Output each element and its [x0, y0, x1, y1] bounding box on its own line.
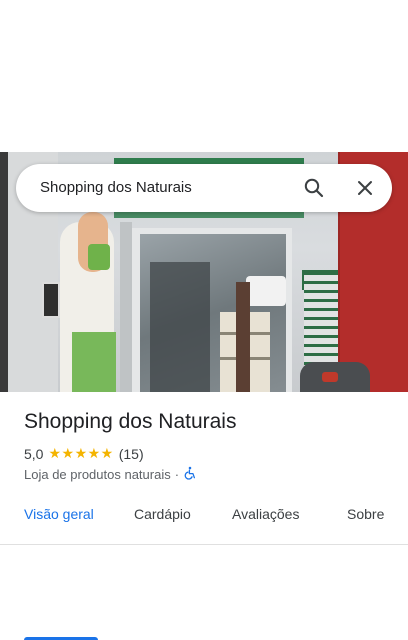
- search-icon[interactable]: [302, 176, 326, 200]
- rating-row[interactable]: 5,0 ★★★★★ (15): [24, 445, 144, 462]
- review-count[interactable]: (15): [119, 446, 144, 462]
- tab-overview[interactable]: Visão geral: [24, 496, 94, 542]
- place-category: Loja de produtos naturais: [24, 467, 171, 482]
- close-icon[interactable]: [353, 176, 377, 200]
- photo-wooden-post: [236, 282, 250, 392]
- place-title: Shopping dos Naturais: [24, 410, 237, 433]
- photo-pole: [120, 222, 132, 392]
- photo-interior: [150, 262, 210, 392]
- photo-electrical-box: [42, 282, 60, 318]
- search-input[interactable]: Shopping dos Naturais: [40, 164, 192, 212]
- tab-about[interactable]: Sobre: [347, 496, 384, 542]
- photo-reflection-van: [246, 276, 286, 306]
- photo-mascot-shirt: [88, 244, 110, 270]
- category-row: Loja de produtos naturais ·: [24, 466, 197, 483]
- rating-value: 5,0: [24, 445, 44, 462]
- tab-reviews[interactable]: Avaliações: [232, 496, 299, 542]
- place-tabs: Visão geral Cardápio Avaliações Sobre: [0, 496, 408, 640]
- photo-motorcycle-light: [322, 372, 338, 382]
- search-bar[interactable]: Shopping dos Naturais: [16, 164, 392, 212]
- photo-mascot-legs: [72, 332, 116, 392]
- wheelchair-accessible-icon: [183, 466, 197, 483]
- separator-dot: ·: [174, 467, 180, 482]
- tab-menu[interactable]: Cardápio: [134, 496, 191, 542]
- photo-wall-edge: [0, 152, 8, 392]
- star-rating-icon: ★★★★★: [48, 445, 114, 461]
- place-info-panel: Shopping dos Naturais 5,0 ★★★★★ (15) Loj…: [0, 392, 408, 640]
- top-blank-area: [0, 0, 408, 152]
